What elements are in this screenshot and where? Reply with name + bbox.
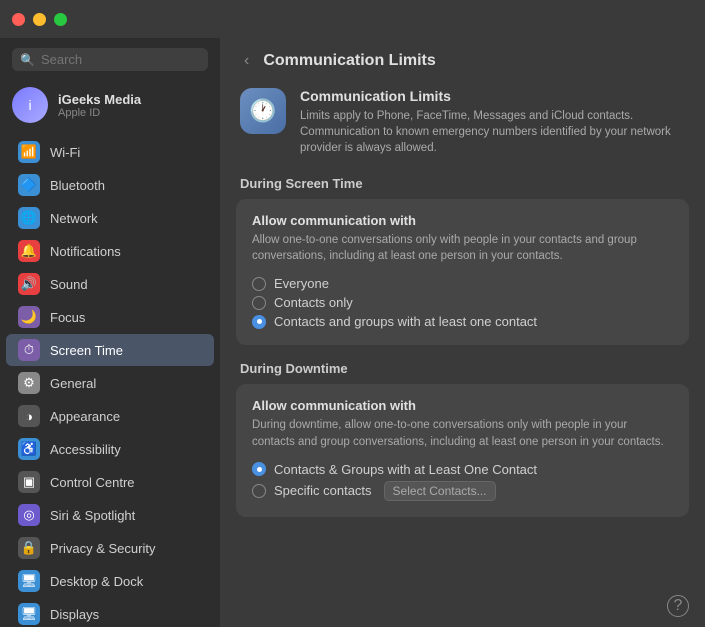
radio-label-contacts-groups: Contacts and groups with at least one co… <box>274 314 537 329</box>
help-button[interactable]: ? <box>667 595 689 617</box>
screen-time-card-title: Allow communication with <box>252 213 673 228</box>
radio-label-specific-contacts: Specific contacts <box>274 483 372 498</box>
sidebar-item-appearance[interactable]: ◑ Appearance <box>6 400 214 432</box>
downtime-card-title: Allow communication with <box>252 398 673 413</box>
app-icon-box: 🕐 <box>240 88 286 134</box>
sidebar-item-label: Bluetooth <box>50 178 105 193</box>
app-info: 🕐 Communication Limits Limits apply to P… <box>220 84 705 176</box>
radio-btn-contacts-groups[interactable] <box>252 315 266 329</box>
app-body: 🔍 i iGeeks Media Apple ID 📶 Wi-Fi 🔷 Blue… <box>0 38 705 627</box>
sidebar-item-label: General <box>50 376 96 391</box>
downtime-section-header: During Downtime <box>220 361 705 384</box>
sidebar-item-sound[interactable]: 🔊 Sound <box>6 268 214 300</box>
profile-name: iGeeks Media <box>58 92 141 107</box>
notifications-icon: 🔔 <box>18 240 40 262</box>
close-button[interactable] <box>12 13 25 26</box>
sidebar-item-screentime[interactable]: ⏱ Screen Time <box>6 334 214 366</box>
siri-icon: ◎ <box>18 504 40 526</box>
radio-btn-everyone[interactable] <box>252 277 266 291</box>
profile-section[interactable]: i iGeeks Media Apple ID <box>0 79 220 135</box>
wifi-icon: 📶 <box>18 141 40 163</box>
select-contacts-button[interactable]: Select Contacts... <box>384 481 496 501</box>
minimize-button[interactable] <box>33 13 46 26</box>
sidebar-item-label: Accessibility <box>50 442 121 457</box>
search-container: 🔍 <box>0 38 220 79</box>
app-icon: 🕐 <box>249 98 276 124</box>
sidebar-item-bluetooth[interactable]: 🔷 Bluetooth <box>6 169 214 201</box>
sidebar-item-general[interactable]: ⚙ General <box>6 367 214 399</box>
radio-contacts-groups-down[interactable]: Contacts & Groups with at Least One Cont… <box>252 460 673 479</box>
profile-sub: Apple ID <box>58 107 141 119</box>
maximize-button[interactable] <box>54 13 67 26</box>
sidebar-item-notifications[interactable]: 🔔 Notifications <box>6 235 214 267</box>
main-content: ‹ Communication Limits 🕐 Communication L… <box>220 38 705 627</box>
sidebar-item-label: Network <box>50 211 98 226</box>
screen-time-card-desc: Allow one-to-one conversations only with… <box>252 232 673 264</box>
search-box[interactable]: 🔍 <box>12 48 208 71</box>
content-header: ‹ Communication Limits <box>220 38 705 84</box>
sidebar-item-wifi[interactable]: 📶 Wi-Fi <box>6 136 214 168</box>
sidebar-item-label: Sound <box>50 277 88 292</box>
general-icon: ⚙ <box>18 372 40 394</box>
sidebar-item-label: Screen Time <box>50 343 123 358</box>
radio-contacts-only[interactable]: Contacts only <box>252 293 673 312</box>
sidebar: 🔍 i iGeeks Media Apple ID 📶 Wi-Fi 🔷 Blue… <box>0 38 220 627</box>
app-description: Communication Limits Limits apply to Pho… <box>300 88 685 156</box>
sidebar-item-label: Notifications <box>50 244 121 259</box>
desktop-icon: 🖥 <box>18 570 40 592</box>
sidebar-item-label: Privacy & Security <box>50 541 155 556</box>
radio-btn-contacts-groups-down[interactable] <box>252 462 266 476</box>
screentime-icon: ⏱ <box>18 339 40 361</box>
screen-time-card: Allow communication with Allow one-to-on… <box>236 199 689 345</box>
downtime-card-desc: During downtime, allow one-to-one conver… <box>252 417 673 449</box>
search-input[interactable] <box>41 52 200 67</box>
sidebar-item-label: Siri & Spotlight <box>50 508 135 523</box>
sidebar-item-privacy[interactable]: 🔒 Privacy & Security <box>6 532 214 564</box>
nav-section: 📶 Wi-Fi 🔷 Bluetooth 🌐 Network 🔔 Notifica… <box>0 135 220 627</box>
radio-label-everyone: Everyone <box>274 276 329 291</box>
profile-info: iGeeks Media Apple ID <box>58 92 141 119</box>
title-bar <box>0 0 705 38</box>
radio-btn-contacts-only[interactable] <box>252 296 266 310</box>
sidebar-item-label: Desktop & Dock <box>50 574 143 589</box>
sidebar-item-displays[interactable]: 🖥 Displays <box>6 598 214 627</box>
sound-icon: 🔊 <box>18 273 40 295</box>
control-centre-icon: ▣ <box>18 471 40 493</box>
radio-everyone[interactable]: Everyone <box>252 274 673 293</box>
sidebar-item-focus[interactable]: 🌙 Focus <box>6 301 214 333</box>
sidebar-item-network[interactable]: 🌐 Network <box>6 202 214 234</box>
bluetooth-icon: 🔷 <box>18 174 40 196</box>
sidebar-item-siri[interactable]: ◎ Siri & Spotlight <box>6 499 214 531</box>
app-desc-text: Limits apply to Phone, FaceTime, Message… <box>300 108 685 156</box>
privacy-icon: 🔒 <box>18 537 40 559</box>
radio-btn-specific-contacts[interactable] <box>252 484 266 498</box>
screen-time-section-header: During Screen Time <box>220 176 705 199</box>
sidebar-item-label: Control Centre <box>50 475 135 490</box>
sidebar-item-desktop[interactable]: 🖥 Desktop & Dock <box>6 565 214 597</box>
sidebar-item-controlcentre[interactable]: ▣ Control Centre <box>6 466 214 498</box>
sidebar-item-accessibility[interactable]: ♿ Accessibility <box>6 433 214 465</box>
traffic-lights <box>12 13 67 26</box>
search-icon: 🔍 <box>20 53 35 67</box>
app-name: Communication Limits <box>300 88 685 104</box>
appearance-icon: ◑ <box>18 405 40 427</box>
downtime-card: Allow communication with During downtime… <box>236 384 689 516</box>
radio-specific-contacts[interactable]: Specific contacts Select Contacts... <box>252 479 673 503</box>
accessibility-icon: ♿ <box>18 438 40 460</box>
radio-contacts-groups[interactable]: Contacts and groups with at least one co… <box>252 312 673 331</box>
sidebar-item-label: Wi-Fi <box>50 145 80 160</box>
sidebar-item-label: Appearance <box>50 409 120 424</box>
radio-label-contacts-only: Contacts only <box>274 295 353 310</box>
focus-icon: 🌙 <box>18 306 40 328</box>
avatar: i <box>12 87 48 123</box>
displays-icon: 🖥 <box>18 603 40 625</box>
sidebar-item-label: Focus <box>50 310 85 325</box>
radio-label-contacts-groups-down: Contacts & Groups with at Least One Cont… <box>274 462 537 477</box>
page-title: Communication Limits <box>263 52 435 70</box>
network-icon: 🌐 <box>18 207 40 229</box>
back-button[interactable]: ‹ <box>240 50 253 72</box>
sidebar-item-label: Displays <box>50 607 99 622</box>
